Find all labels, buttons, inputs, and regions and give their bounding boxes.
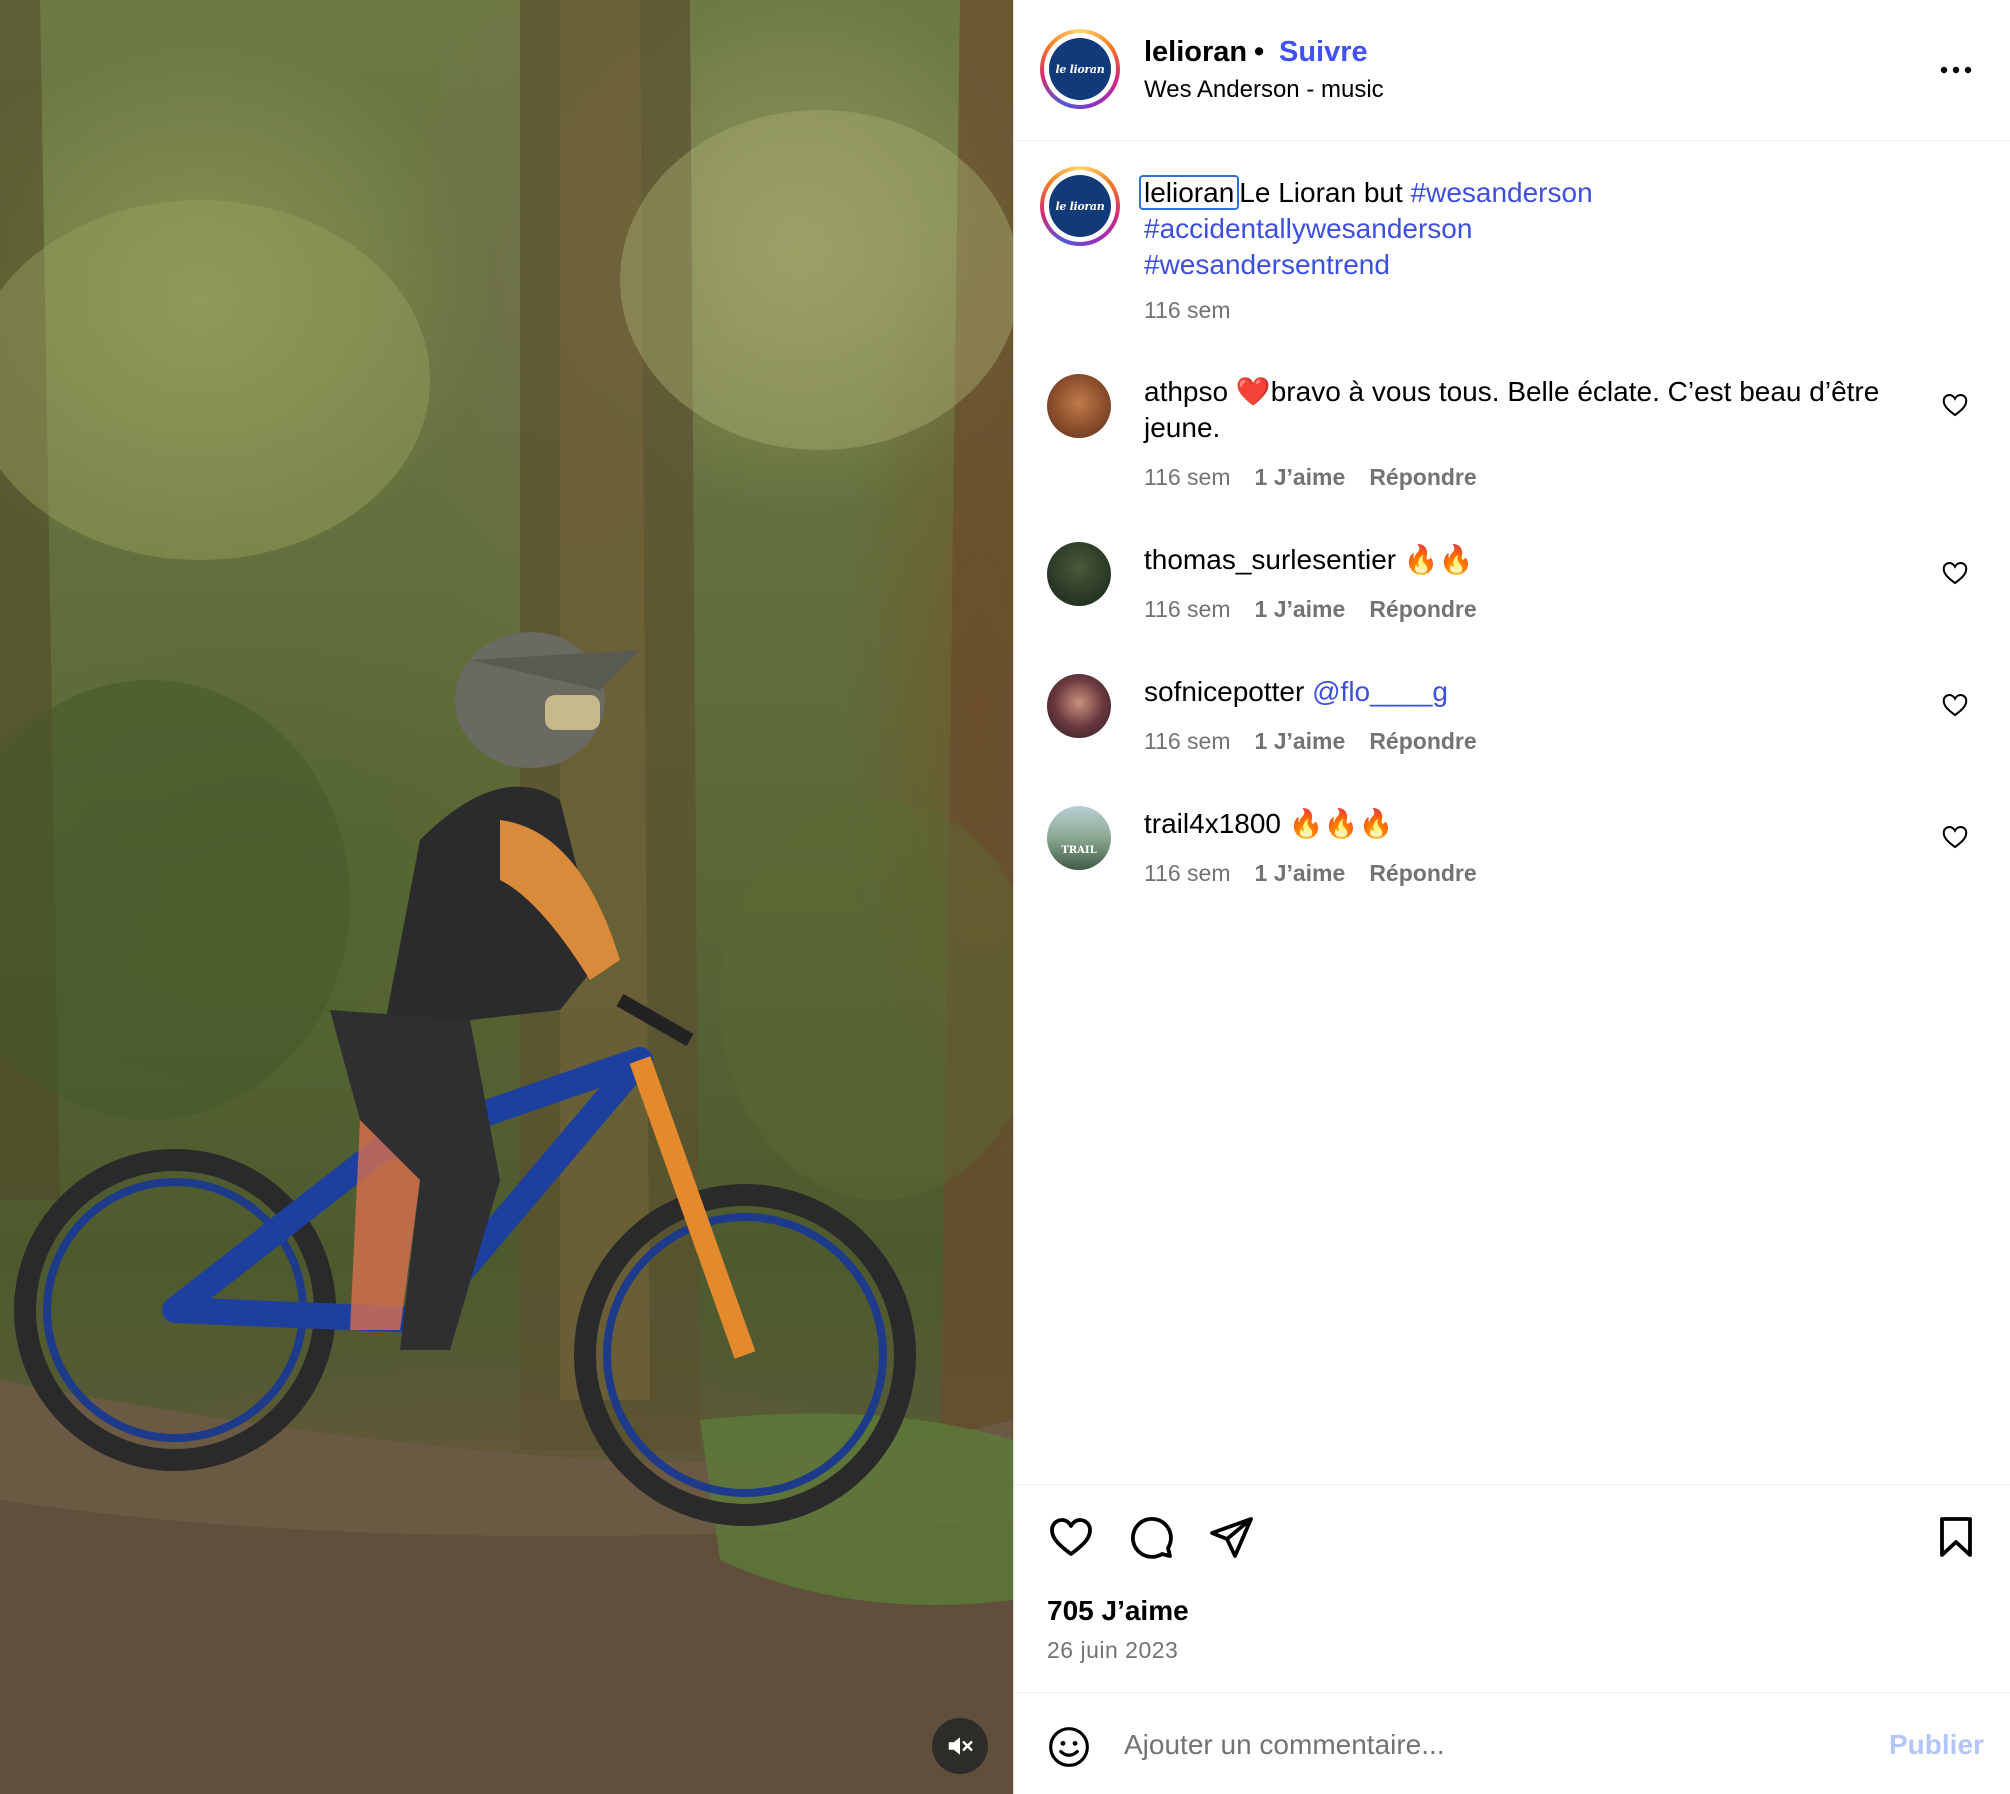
avatar-logo-text: le lioran [1055, 199, 1105, 213]
comment-like-heart-icon[interactable] [1940, 822, 1970, 852]
reply-button[interactable]: Répondre [1369, 464, 1476, 491]
comment-meta: 116 sem 1 J’aime Répondre [1144, 728, 1477, 755]
speaker-muted-icon [948, 1737, 973, 1755]
post-date[interactable]: 26 juin 2023 [1047, 1637, 1178, 1664]
caption-username[interactable]: lelioran [1139, 175, 1240, 210]
reply-button[interactable]: Répondre [1369, 596, 1476, 623]
comment-meta: 116 sem 1 J’aime Répondre [1144, 860, 1477, 887]
comment-emoji: ❤️ [1235, 376, 1271, 407]
author-username[interactable]: lelioran [1144, 36, 1247, 69]
caption-body: Le Lioran but [1239, 177, 1403, 208]
more-horizontal-icon [1940, 66, 1972, 74]
post-header: le lioran lelioran • Suivre Wes Anderson… [1014, 0, 2010, 141]
comment-mention-link[interactable]: @flo____g [1312, 676, 1448, 707]
comment-time[interactable]: 116 sem [1144, 728, 1231, 755]
comment-likes[interactable]: 1 J’aime [1255, 860, 1346, 887]
caption-timestamp[interactable]: 116 sem [1144, 297, 1231, 324]
comment-like-heart-icon[interactable] [1940, 390, 1970, 420]
hashtag-link[interactable]: #accidentallywesanderson [1144, 213, 1472, 244]
reply-button[interactable]: Répondre [1369, 860, 1476, 887]
commenter-username[interactable]: thomas_surlesentier [1144, 544, 1396, 575]
send-icon[interactable] [1207, 1513, 1255, 1561]
avatar-logo-text: le lioran [1055, 62, 1105, 76]
commenter-username[interactable]: trail4x1800 [1144, 808, 1281, 839]
comment-body: 🔥🔥🔥 [1288, 808, 1394, 839]
more-options-button[interactable] [1936, 50, 1976, 90]
comment-time[interactable]: 116 sem [1144, 464, 1231, 491]
comment-text: athpso ❤️bravo à vous tous. Belle éclate… [1144, 374, 1914, 446]
commenter-username[interactable]: athpso [1144, 376, 1228, 407]
comment-text: trail4x1800 🔥🔥🔥 [1144, 806, 1914, 842]
likes-count[interactable]: 705 J’aime [1047, 1595, 1189, 1627]
comment-input[interactable] [1124, 1719, 1824, 1771]
comment-like-heart-icon[interactable] [1940, 558, 1970, 588]
commenter-avatar[interactable] [1047, 542, 1111, 606]
comment-likes[interactable]: 1 J’aime [1255, 596, 1346, 623]
forest-scene-image [0, 0, 1013, 1794]
comment-time[interactable]: 116 sem [1144, 596, 1231, 623]
caption-text: lelioran Le Lioran but #wesanderson #acci… [1139, 175, 1664, 283]
heart-icon[interactable] [1047, 1513, 1095, 1561]
actions-divider [1014, 1484, 2010, 1485]
commenter-avatar[interactable] [1047, 674, 1111, 738]
comment-like-heart-icon[interactable] [1940, 690, 1970, 720]
separator-dot: • [1254, 36, 1265, 68]
comment-likes[interactable]: 1 J’aime [1255, 728, 1346, 755]
emoji-icon[interactable] [1047, 1725, 1091, 1769]
post-video[interactable] [0, 0, 1013, 1794]
commenter-avatar[interactable] [1047, 374, 1111, 438]
publish-button[interactable]: Publier [1889, 1729, 1984, 1761]
caption-author-avatar[interactable]: le lioran [1040, 166, 1120, 246]
comment-time[interactable]: 116 sem [1144, 860, 1231, 887]
comment-body: 🔥🔥 [1403, 544, 1474, 575]
comment-meta: 116 sem 1 J’aime Répondre [1144, 464, 1477, 491]
commenter-username[interactable]: sofnicepotter [1144, 676, 1304, 707]
avatar-badge-text: TRAIL [1061, 845, 1097, 856]
audio-track-link[interactable]: Wes Anderson - music [1144, 76, 1384, 104]
hashtag-link[interactable]: #wesandersentrend [1144, 249, 1390, 280]
mute-toggle-button[interactable] [932, 1718, 988, 1774]
comment-text: sofnicepotter @flo____g [1144, 674, 1914, 710]
bookmark-icon[interactable] [1932, 1513, 1980, 1561]
hashtag-link[interactable]: #wesanderson [1411, 177, 1593, 208]
commenter-avatar[interactable]: TRAIL [1047, 806, 1111, 870]
comment-text: thomas_surlesentier 🔥🔥 [1144, 542, 1914, 578]
author-avatar[interactable]: le lioran [1040, 29, 1120, 109]
post-details-panel: le lioran lelioran • Suivre Wes Anderson… [1014, 0, 2010, 1794]
follow-button[interactable]: Suivre [1279, 36, 1368, 69]
comment-icon[interactable] [1127, 1513, 1175, 1561]
comment-likes[interactable]: 1 J’aime [1255, 464, 1346, 491]
add-comment-bar: Publier [1014, 1692, 2010, 1794]
comment-meta: 116 sem 1 J’aime Répondre [1144, 596, 1477, 623]
reply-button[interactable]: Répondre [1369, 728, 1476, 755]
